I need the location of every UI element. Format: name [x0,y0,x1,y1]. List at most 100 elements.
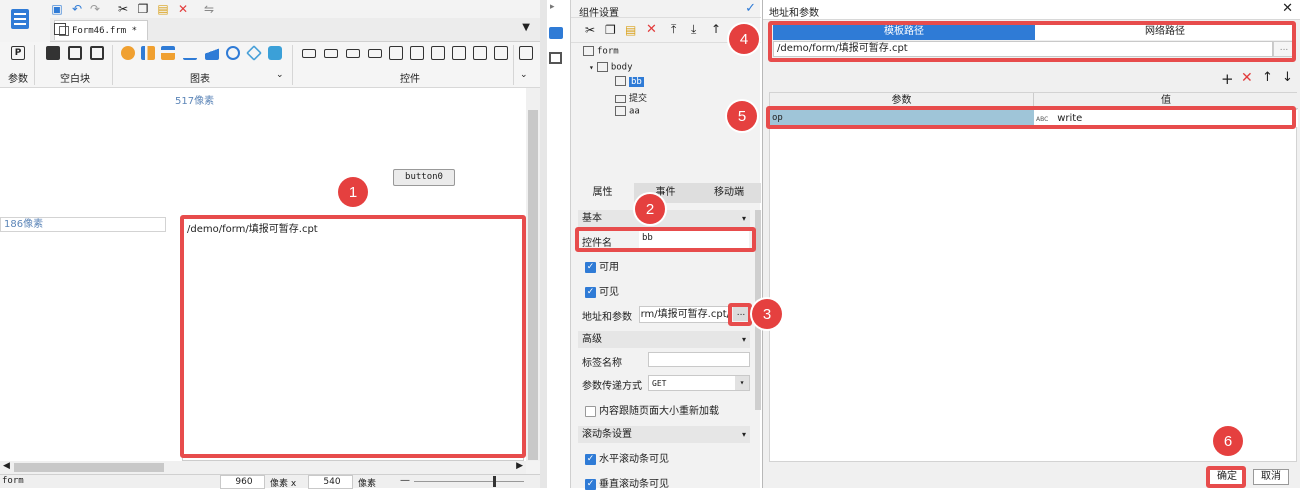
button0[interactable]: button0 [393,169,455,186]
component-panel-icon[interactable] [549,27,563,39]
delete-icon[interactable]: ✕ [646,22,657,37]
highlight-ok-button [1206,466,1246,488]
tab-block-icon[interactable] [68,46,82,60]
tab-properties[interactable]: 属性 [571,183,634,203]
radio-widget-icon[interactable] [473,46,487,60]
ruler-left-field: 186像素 [0,217,166,232]
report-widget-icon[interactable] [519,46,533,60]
form-node-icon [583,46,594,56]
redo-icon[interactable]: ↷ [88,2,102,16]
status-component: form [2,476,24,486]
badge-3: 3 [752,299,782,329]
checkbox-widget-icon[interactable] [452,46,466,60]
section-scroll[interactable]: 滚动条设置 ▾ [578,426,750,443]
move-top-icon[interactable]: ⤒ [671,22,676,37]
tree-expand-icon[interactable]: ▾ [589,63,594,72]
zoom-slider-thumb[interactable] [493,476,496,487]
tag-input[interactable] [648,352,750,367]
badge-6: 6 [1213,426,1243,456]
number-widget-icon[interactable] [324,49,338,58]
copy-icon[interactable]: ❐ [605,23,616,37]
zoom-out-icon[interactable]: — [400,475,410,486]
area-chart-icon[interactable] [205,46,219,60]
unchecked-box-icon [585,405,596,417]
tree-node-aa[interactable]: aa [615,106,640,117]
save-icon[interactable]: ▣ [50,2,64,16]
tree-node-bb[interactable]: bb [615,76,644,87]
app-menu-icon[interactable] [4,4,36,34]
tab-menu-icon[interactable]: ▼ [522,22,530,33]
paste-icon[interactable]: ▤ [625,23,636,37]
absolute-block-icon[interactable] [46,46,60,60]
check-icon: ✓ [585,453,596,465]
enabled-checkbox[interactable]: ✓ 可用 [585,258,619,273]
date-widget-icon[interactable] [389,46,403,60]
height-unit: 像素 [358,479,377,489]
move-up-icon[interactable]: ↑ [711,22,721,36]
tag-label: 标签名称 [582,358,622,369]
radar-chart-icon[interactable] [246,45,262,61]
width-input[interactable]: 960 [220,475,265,489]
widget-expand-icon[interactable]: ⌄ [520,70,528,80]
height-input[interactable]: 540 [308,475,353,489]
tab-form46[interactable]: Form46.frm * [54,20,148,40]
chart-expand-icon[interactable]: ⌄ [276,70,284,80]
frame-node-icon [615,76,626,86]
close-icon[interactable]: ✕ [1282,1,1293,16]
url-params-dialog: 地址和参数 ✕ 模板路径 网络路径 /demo/form/填报可暂存.cpt .… [762,0,1300,488]
paste-icon[interactable]: ▤ [156,2,170,16]
new-template-icon[interactable] [54,23,66,35]
move-row-down-icon[interactable]: ↓ [1282,70,1293,85]
password-widget-icon[interactable] [346,49,360,58]
upload-widget-icon[interactable] [494,46,508,60]
badge-5: 5 [727,101,757,131]
badge-1: 1 [338,177,368,207]
canvas-vscrollbar[interactable] [526,88,540,461]
move-row-up-icon[interactable]: ↑ [1262,70,1273,85]
hscroll-checkbox[interactable]: ✓ 水平滚动条可见 [585,450,669,465]
group-blank: 空白块 [60,74,90,85]
layout-panel-icon[interactable] [549,52,562,64]
delete-row-icon[interactable]: ✕ [1241,70,1253,86]
undo-icon[interactable]: ↶ [70,2,84,16]
hbar-chart-icon[interactable] [161,46,175,60]
copy-icon[interactable]: ❐ [136,2,150,16]
tree-node-submit[interactable]: 提交 [615,91,647,104]
list-widget-icon[interactable] [410,46,424,60]
move-bottom-icon[interactable]: ⤓ [691,22,696,37]
combo-widget-icon[interactable] [368,49,382,58]
visible-checkbox[interactable]: ✓ 可见 [585,283,619,298]
section-advanced[interactable]: 高级 ▾ [578,331,750,348]
map-chart-icon[interactable] [268,46,282,60]
delete-icon[interactable]: ✕ [176,2,190,16]
collapse-arrow-icon[interactable]: ▸ [550,2,555,12]
apply-check-icon[interactable]: ✓ [745,1,756,16]
cut-icon[interactable]: ✂ [116,2,130,16]
cut-icon[interactable]: ✂ [585,23,595,37]
param-panel-icon[interactable]: P [11,46,25,60]
param-method-select[interactable]: GET ▾ [648,375,750,391]
pie-chart-icon[interactable] [121,46,135,60]
params-table: 参数 值 op ABC write [769,92,1298,462]
check-icon: ✓ [585,261,596,273]
url-input[interactable]: /form/填报可暂存.cpt [639,306,731,323]
canvas-hscrollbar[interactable]: ◀ ▶ [0,461,526,474]
tab-mobile[interactable]: 移动端 [697,183,761,203]
zoom-slider[interactable] [414,481,524,482]
body-node-icon [596,62,608,72]
ribbon: P 参数 空白块 图表 ⌄ 控件 ⌄ [0,42,540,88]
gauge-chart-icon[interactable] [226,46,240,60]
bar-chart-icon[interactable] [141,46,155,60]
reload-checkbox[interactable]: 内容跟随页面大小重新加载 [585,402,719,417]
grid-block-icon[interactable] [90,46,104,60]
param-method-label: 参数传递方式 [582,381,642,392]
line-chart-icon[interactable] [183,46,197,60]
add-row-icon[interactable]: + [1221,70,1234,88]
cancel-button[interactable]: 取消 [1253,469,1289,485]
textbox-widget-icon[interactable] [302,49,316,58]
tree-widget-icon[interactable] [431,46,445,60]
tree-node-body[interactable]: ▾ body [589,62,633,73]
textbox-node-icon [615,106,626,116]
tree-node-form[interactable]: form [583,46,619,57]
format-brush-icon[interactable]: ⇋ [202,2,216,16]
